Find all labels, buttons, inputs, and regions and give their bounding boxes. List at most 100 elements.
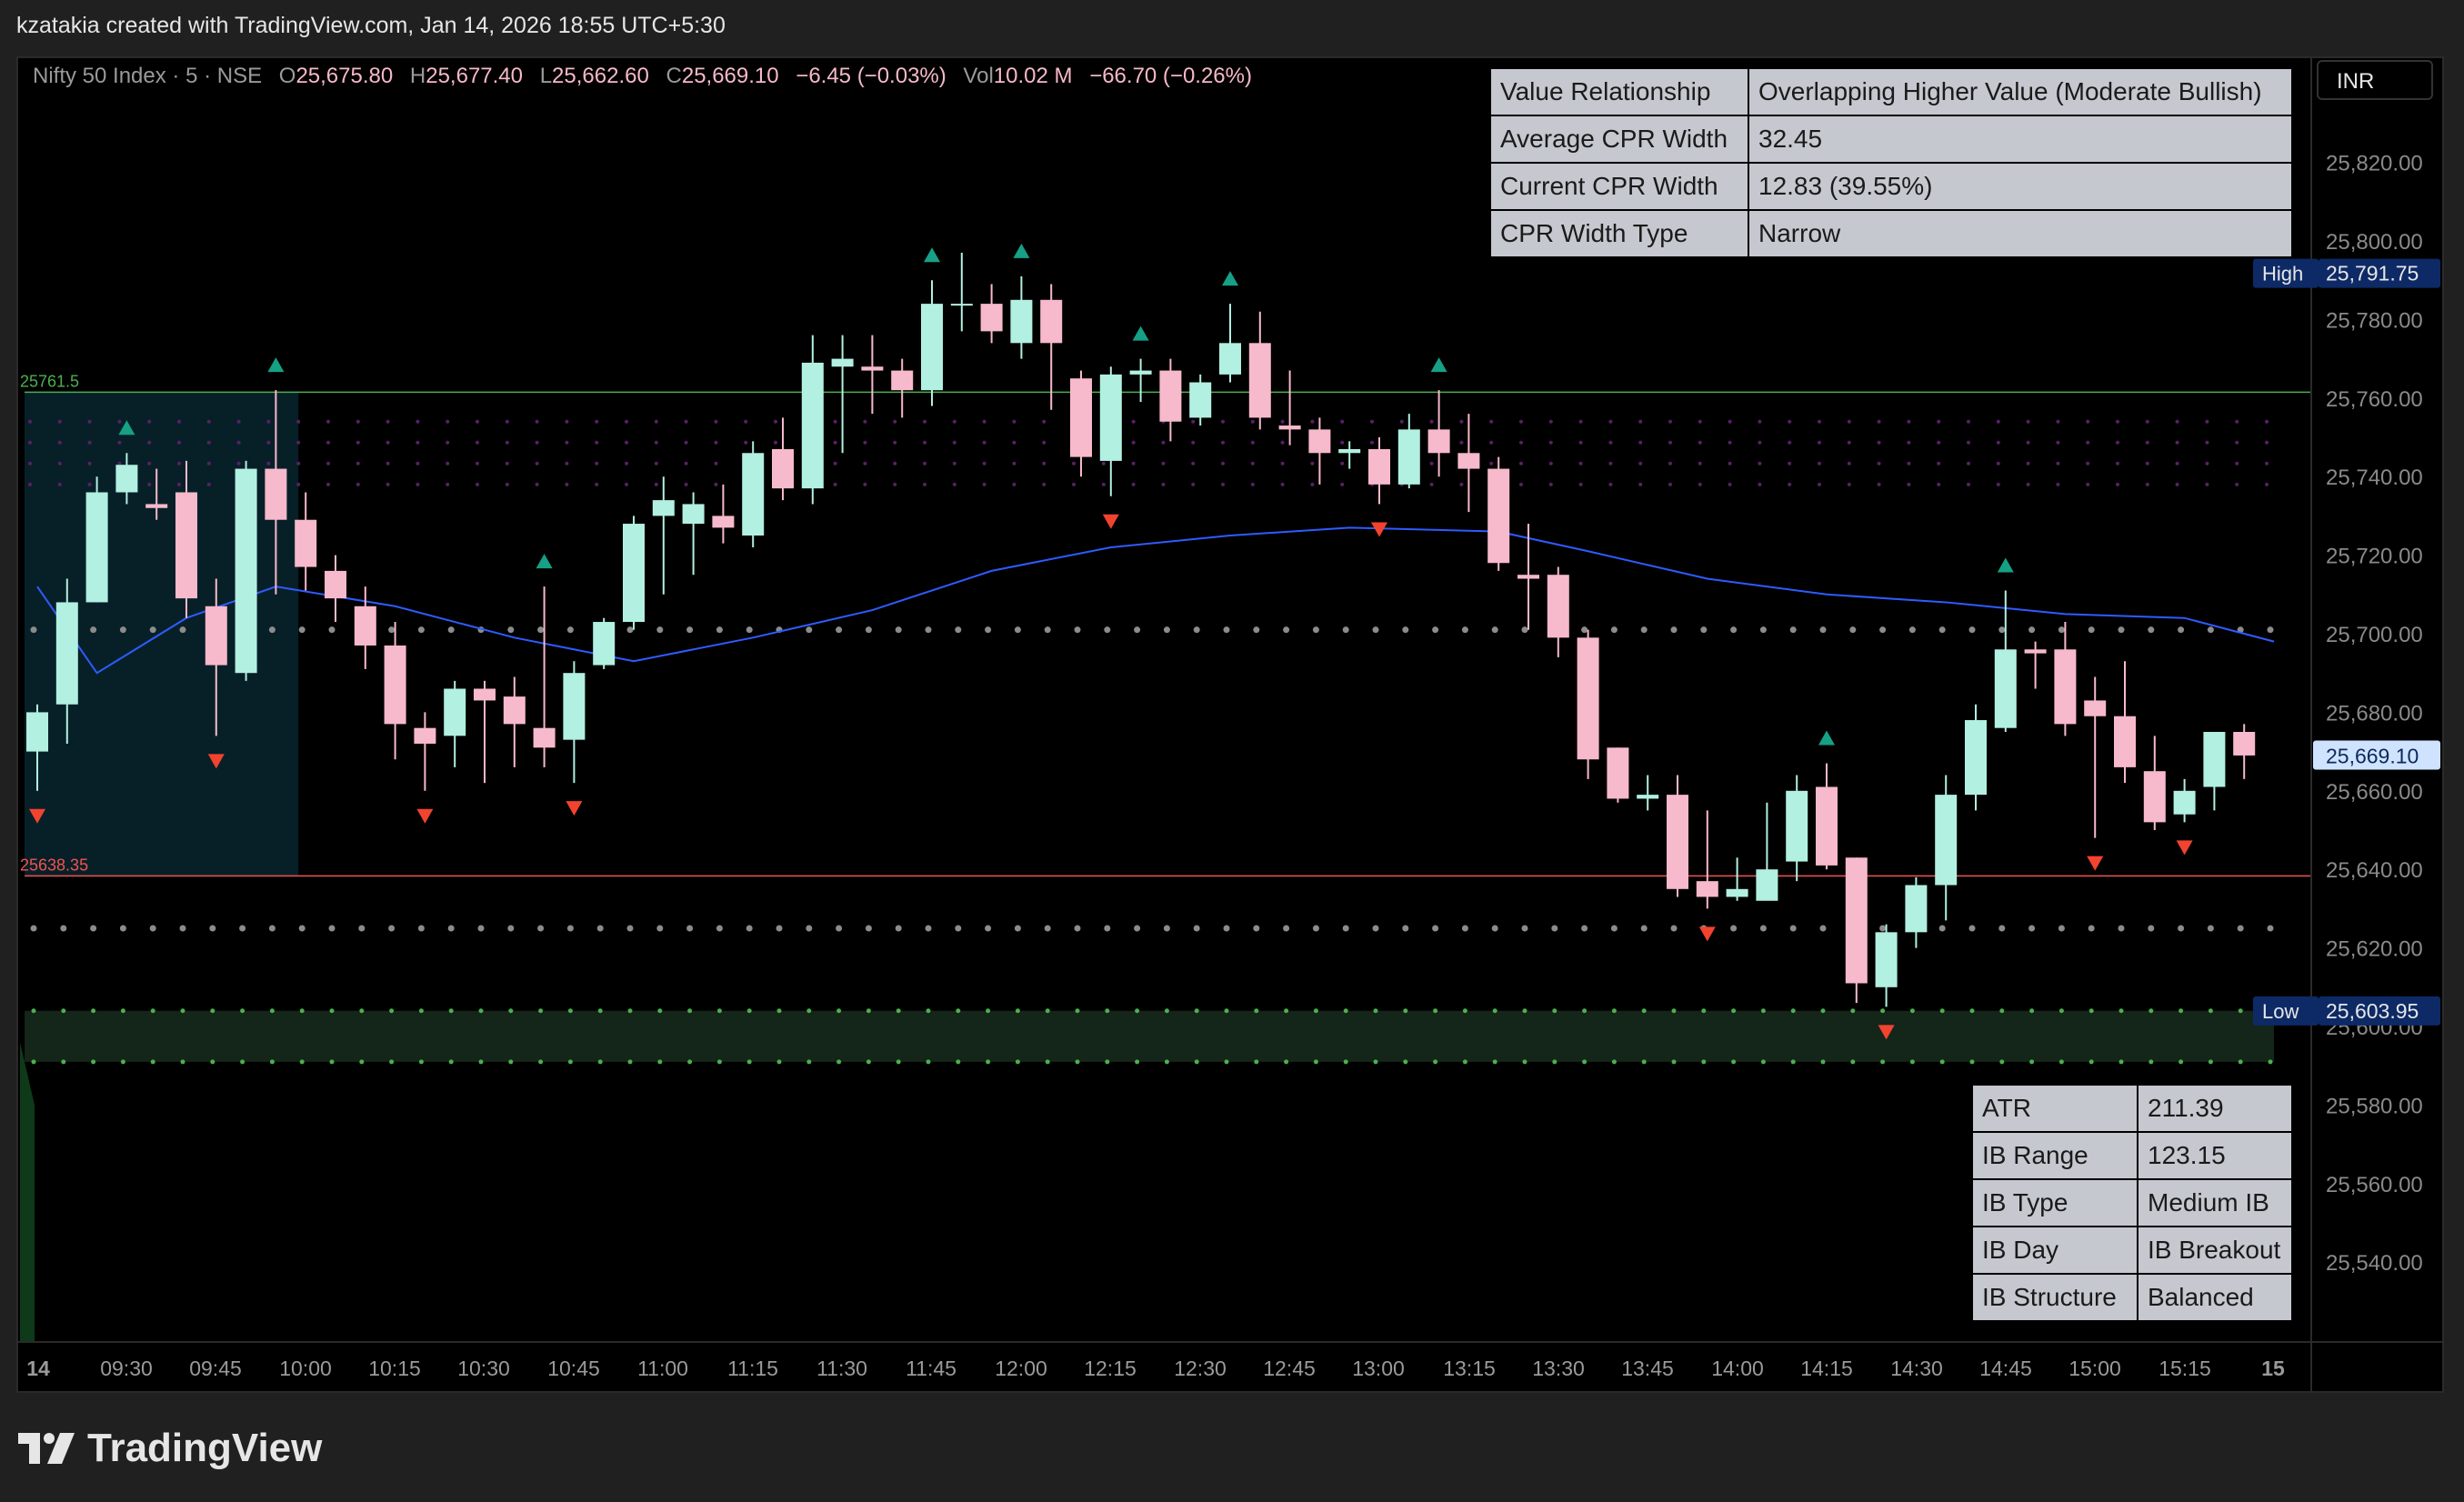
zone-dot [2026, 461, 2030, 466]
level-dot [298, 925, 305, 932]
zone-dot [505, 461, 509, 466]
zone-dot [1548, 440, 1553, 445]
candle-body [26, 712, 48, 752]
band-dot [1105, 1008, 1110, 1014]
zone-dot [1967, 440, 1970, 445]
zone-dot [1937, 419, 1941, 424]
band-dot [1045, 1059, 1050, 1065]
zone-dot [863, 419, 867, 424]
ib-key: IB Day [1971, 1226, 2138, 1275]
zone-dot [1459, 440, 1464, 445]
symbol-label[interactable]: Nifty 50 Index · 5 · NSE [33, 64, 262, 88]
band-dot [1224, 1008, 1229, 1014]
level-dot [836, 626, 843, 634]
level-dot [985, 925, 992, 932]
level-dot [1730, 925, 1738, 932]
sell-signal-icon [416, 808, 434, 824]
candle-body [1219, 343, 1241, 375]
candle-body [593, 622, 616, 666]
zone-dot [2265, 440, 2269, 445]
band-dot [1194, 1059, 1199, 1065]
level-dot [1283, 925, 1290, 932]
table-row: ATR 211.39 [1971, 1084, 2293, 1133]
zone-dot [2056, 419, 2060, 424]
level-dot [955, 925, 962, 932]
band-dot [1194, 1008, 1199, 1014]
candle-body [682, 504, 705, 525]
x-tick-label: 14:30 [1890, 1357, 1943, 1380]
candle-body [2173, 790, 2196, 815]
zone-dot [1668, 461, 1672, 466]
zone-dot [982, 419, 987, 424]
ib-key: ATR [1971, 1084, 2138, 1133]
zone-dot [982, 440, 987, 445]
band-dot [180, 1059, 185, 1065]
level-dot [985, 626, 992, 634]
zone-dot [1429, 482, 1434, 486]
band-dot [776, 1059, 782, 1065]
band-dot [2179, 1008, 2184, 1014]
level-dot [1819, 925, 1827, 932]
band-dot [1284, 1008, 1289, 1014]
zone-dot [476, 461, 479, 466]
level-dot [2178, 626, 2185, 634]
zone-dot [1578, 419, 1583, 424]
zone-dot [863, 440, 867, 445]
zone-dot [1698, 440, 1702, 445]
level-dot [925, 626, 932, 634]
candle-body [1667, 795, 1688, 889]
table-row: IB Day IB Breakout [1971, 1226, 2293, 1275]
level-dot [1014, 925, 1021, 932]
zone-dot [386, 419, 390, 424]
level-dot [90, 925, 97, 932]
zone-dot [1519, 461, 1523, 466]
zone-dot [1280, 461, 1285, 466]
level-dot [328, 925, 336, 932]
zone-dot [1578, 482, 1583, 486]
level-dot [656, 925, 664, 932]
level-dot [179, 925, 186, 932]
level-dot [1372, 626, 1379, 634]
table-row: IB Type Medium IB [1971, 1178, 2293, 1227]
band-dot [1164, 1008, 1169, 1014]
level-dot [268, 925, 275, 932]
level-dot [1879, 626, 1887, 634]
zone-dot [147, 440, 152, 445]
band-dot [1403, 1008, 1408, 1014]
zone-dot [117, 419, 122, 424]
zone-dot [684, 419, 688, 424]
level-dot [1610, 925, 1618, 932]
level-dot [1700, 626, 1708, 634]
band-dot [120, 1008, 125, 1014]
currency-button[interactable]: INR [2317, 60, 2433, 100]
zone-dot [2056, 482, 2060, 486]
band-dot [1731, 1008, 1737, 1014]
candle-body [1040, 299, 1063, 344]
zone-dot [1429, 419, 1434, 424]
zone-dot [952, 440, 957, 445]
zone-dot [1608, 440, 1613, 445]
band-dot [776, 1008, 782, 1014]
level-dot [1759, 626, 1767, 634]
sell-signal-icon [2176, 840, 2193, 856]
candle-body [384, 645, 406, 725]
level-dot [1134, 626, 1141, 634]
x-tick-label: 13:45 [1621, 1357, 1674, 1380]
zone-dot [1280, 419, 1285, 424]
zone-dot [1728, 440, 1732, 445]
zone-dot [326, 461, 330, 466]
band-dot [627, 1059, 633, 1065]
zone-dot [2145, 440, 2149, 445]
zone-dot [117, 461, 122, 466]
x-tick-label: 13:15 [1443, 1357, 1496, 1380]
table-row: Current CPR Width 12.83 (39.55%) [1489, 162, 2293, 211]
level-dot [90, 626, 97, 634]
candle-body [1427, 429, 1450, 454]
band-dot [1105, 1059, 1110, 1065]
zone-dot [1370, 419, 1374, 424]
vol-change-value: −66.70 (−0.26%) [1089, 64, 1252, 88]
zone-dot [1788, 461, 1792, 466]
candle-body [474, 688, 496, 701]
band-dot [1343, 1059, 1348, 1065]
band-dot [1075, 1059, 1080, 1065]
